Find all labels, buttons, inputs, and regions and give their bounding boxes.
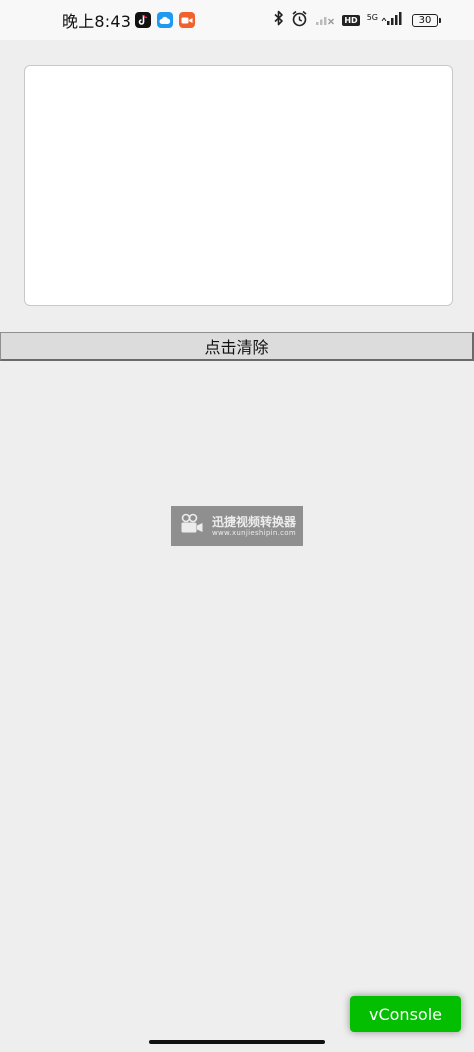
cloud-icon	[157, 12, 174, 28]
tiktok-icon	[135, 12, 152, 28]
wifi-off-icon	[315, 11, 335, 30]
battery-level: 30	[418, 14, 432, 26]
video-call-icon	[179, 12, 196, 28]
bluetooth-icon	[274, 10, 284, 30]
video-camera-icon	[180, 513, 204, 539]
hd-badge: HD	[342, 14, 360, 26]
text-input-area[interactable]	[24, 65, 453, 306]
vconsole-button[interactable]: vConsole	[350, 996, 461, 1032]
signal-icon	[381, 11, 403, 30]
status-bar: 晚上8:43 HD 5G 30	[0, 0, 474, 40]
battery-icon: 30	[412, 13, 441, 27]
watermark-title: 迅捷视频转换器	[212, 514, 297, 529]
network-type: 5G	[366, 13, 378, 22]
status-time: 晚上8:43	[62, 12, 132, 31]
status-system-icons: HD 5G 30	[274, 0, 441, 40]
clear-button[interactable]: 点击清除	[0, 332, 474, 361]
watermark-text: 迅捷视频转换器 www.xunjieshipin.com	[212, 515, 296, 538]
alarm-icon	[291, 10, 308, 31]
home-indicator[interactable]	[149, 1040, 325, 1044]
watermark-url: www.xunjieshipin.com	[212, 528, 296, 537]
watermark: 迅捷视频转换器 www.xunjieshipin.com	[171, 506, 303, 546]
